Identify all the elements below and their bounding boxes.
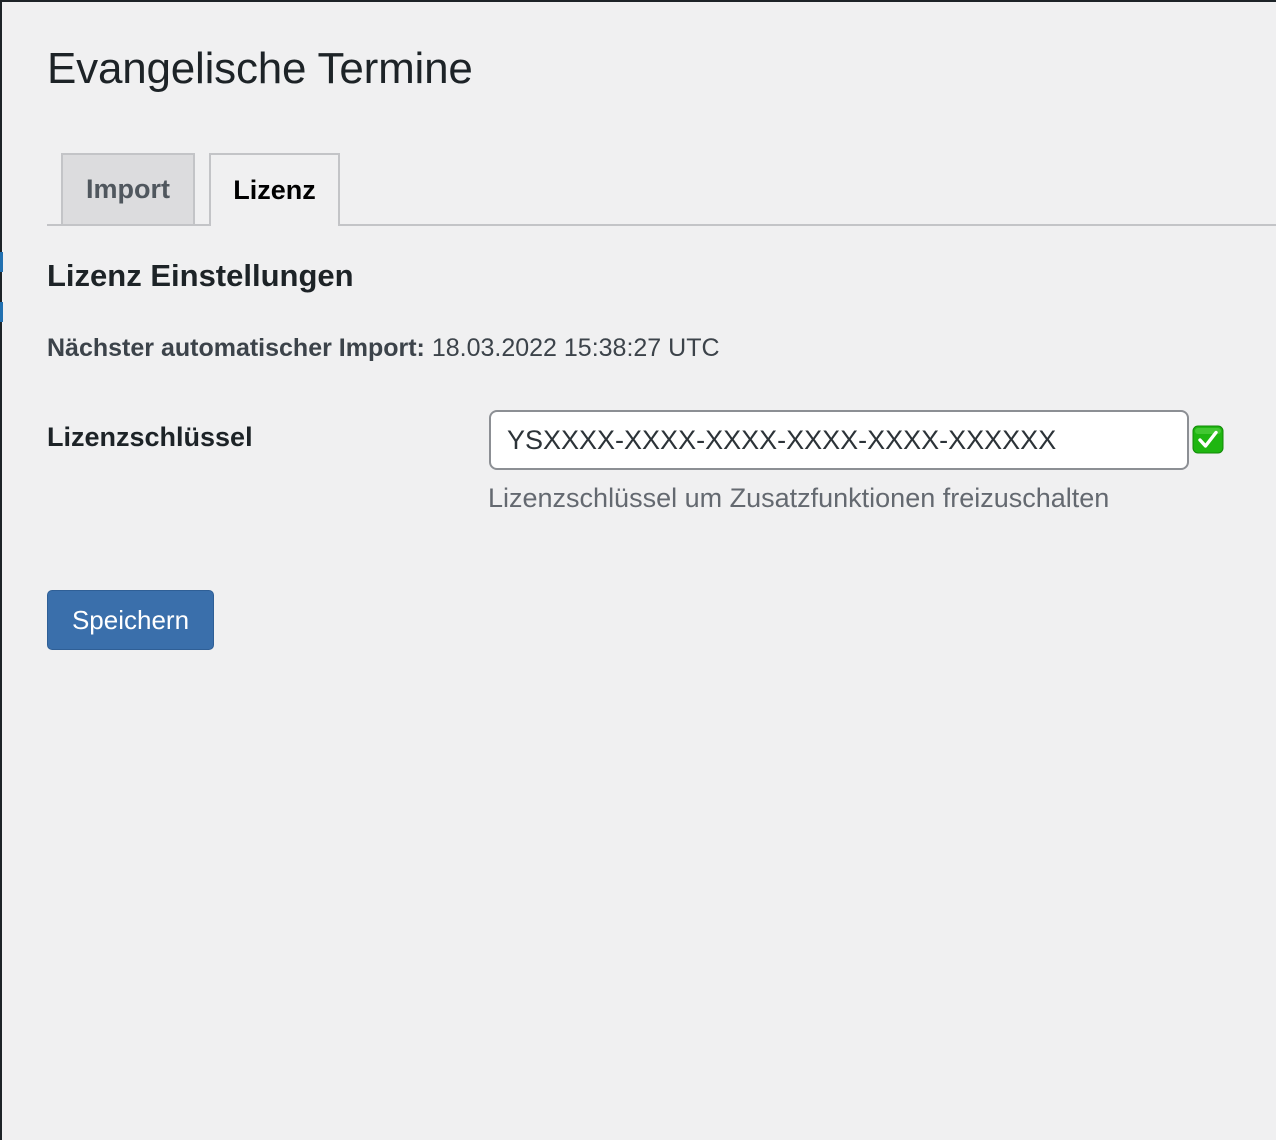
save-button[interactable]: Speichern	[47, 590, 214, 650]
admin-menu-edge-accent	[0, 302, 3, 322]
license-key-label: Lizenzschlüssel	[47, 422, 253, 452]
next-import-info: Nächster automatischer Import: 18.03.202…	[47, 334, 720, 363]
tab-import[interactable]: Import	[61, 153, 195, 224]
page-title: Evangelische Termine	[47, 44, 473, 93]
check-mark-icon	[1192, 425, 1224, 454]
license-key-input[interactable]	[489, 410, 1189, 470]
license-key-description: Lizenzschlüssel um Zusatzfunktionen frei…	[488, 483, 1110, 513]
section-title: Lizenz Einstellungen	[47, 258, 354, 293]
admin-page: Evangelische Termine Import Lizenz Lizen…	[0, 0, 1276, 1140]
tab-lizenz[interactable]: Lizenz	[209, 153, 340, 226]
next-import-label: Nächster automatischer Import:	[47, 334, 425, 362]
tab-navigation: Import Lizenz	[47, 153, 1276, 226]
next-import-value: 18.03.2022 15:38:27 UTC	[431, 334, 720, 362]
admin-menu-edge-accent	[0, 252, 3, 272]
